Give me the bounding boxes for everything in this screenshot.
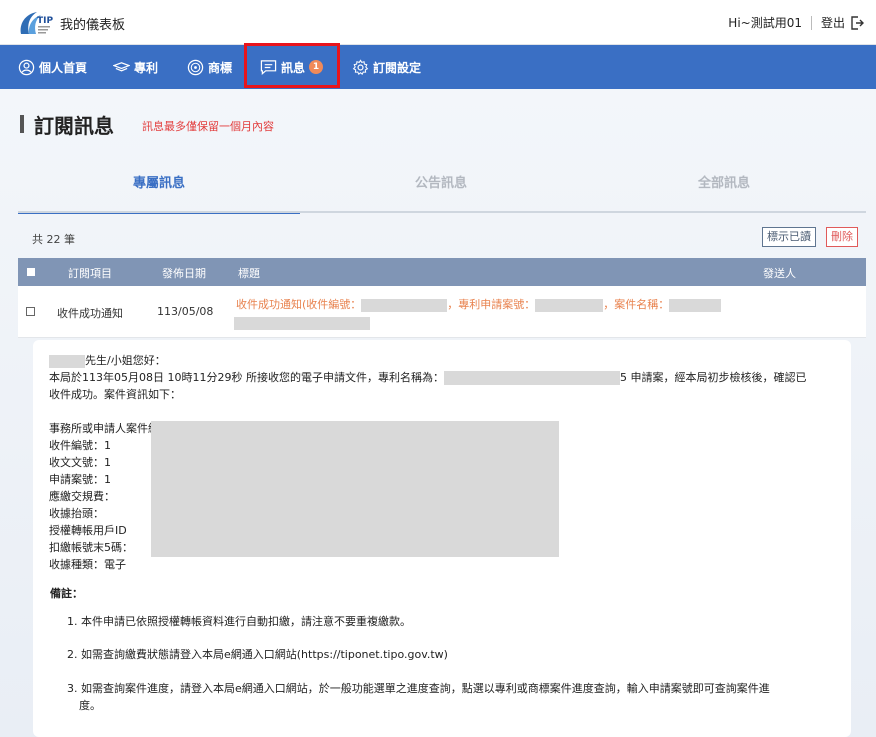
gear-icon <box>352 59 369 76</box>
redacted-block <box>669 299 721 312</box>
user-greeting: Hi~測試用01 <box>728 14 802 31</box>
retention-note: 訊息最多僅保留一個月內容 <box>142 118 274 134</box>
redacted-block <box>535 299 603 312</box>
nav-label: 商標 <box>208 59 232 76</box>
redacted-block <box>361 299 447 312</box>
body-text: 本局於113年05月08日 10時11分29秒 所接收您的電子申請文件，專利名稱… <box>49 371 444 384</box>
tab-underline <box>18 211 866 213</box>
redacted-block <box>234 317 370 330</box>
nav-item-subscription-settings[interactable]: 訂閱設定 <box>352 45 421 89</box>
body-line: 本局於113年05月08日 10時11分29秒 所接收您的電子申請文件，專利名稱… <box>49 369 806 386</box>
remark-line: 1. 本件申請已依照授權轉帳資料進行自動扣繳，請注意不要重複繳款。 <box>67 613 411 630</box>
nav-highlight-box <box>244 43 340 88</box>
row-date: 113/05/08 <box>157 305 213 318</box>
logout-link[interactable]: 登出 <box>821 14 845 31</box>
column-header: 發佈日期 <box>162 265 206 281</box>
field-line: 應繳交規費： <box>49 488 115 505</box>
delete-button[interactable]: 刪除 <box>826 227 858 247</box>
app-title: 我的儀表板 <box>60 14 125 33</box>
table-row[interactable]: 收件成功通知 113/05/08 收件成功通知(收件編號： ，專利申請案號： ，案件… <box>18 286 866 338</box>
remark-title: 備註： <box>50 585 83 602</box>
remark-line: 度。 <box>79 697 101 714</box>
body-text: 5 申請案，經本局初步檢核後，確認已 <box>620 371 807 384</box>
svg-text:TIPO: TIPO <box>37 16 53 26</box>
user-icon <box>18 59 35 76</box>
record-count: 共 22 筆 <box>32 231 75 247</box>
page-title: 訂閱訊息 <box>34 110 114 139</box>
trademark-icon <box>187 59 204 76</box>
tab-all[interactable]: 全部訊息 <box>582 160 866 214</box>
mark-read-button[interactable]: 標示已讀 <box>762 227 816 247</box>
nav-label: 專利 <box>134 59 158 76</box>
logout-icon[interactable] <box>850 16 864 30</box>
title-text: ，專利申請案號： <box>447 298 535 311</box>
main-nav: 個人首頁 專利 商標 訊息 1 訂閱設定 <box>0 45 876 89</box>
title-text: ，案件名稱： <box>603 298 669 311</box>
patent-icon <box>113 59 130 76</box>
salutation: 先生/小姐您好： <box>85 354 166 367</box>
tab-exclusive[interactable]: 專屬訊息 <box>18 160 300 214</box>
table-header: 訂閱項目 發佈日期 標題 發送人 <box>18 258 866 286</box>
nav-item-home[interactable]: 個人首頁 <box>18 45 87 89</box>
message-detail: 先生/小姐您好： 本局於113年05月08日 10時11分29秒 所接收您的電子… <box>33 340 851 737</box>
redacted-block <box>49 355 85 368</box>
salutation-line: 先生/小姐您好： <box>49 352 166 369</box>
redacted-block <box>444 371 620 385</box>
divider <box>811 16 812 30</box>
remark-line: 2. 如需查詢繳費狀態請登入本局e網通入口網站(https://tiponet.… <box>67 646 448 663</box>
row-checkbox[interactable] <box>26 307 35 316</box>
field-line: 收據抬頭： <box>49 505 104 522</box>
nav-item-trademark[interactable]: 商標 <box>187 45 232 89</box>
nav-label: 個人首頁 <box>39 59 87 76</box>
title-accent-bar <box>20 115 24 133</box>
field-line: 申請案號：1 <box>49 471 111 488</box>
message-tabs: 專屬訊息 公告訊息 全部訊息 <box>18 160 866 214</box>
title-text: 收件成功通知(收件編號： <box>236 298 361 311</box>
field-line: 扣繳帳號末5碼： <box>49 539 133 556</box>
tab-announcement[interactable]: 公告訊息 <box>300 160 582 214</box>
top-bar: TIPO 我的儀表板 Hi~測試用01 登出 <box>0 0 876 45</box>
column-header: 標題 <box>238 265 260 281</box>
row-item: 收件成功通知 <box>57 305 123 321</box>
user-area: Hi~測試用01 登出 <box>728 14 864 31</box>
tipo-logo-icon[interactable]: TIPO <box>17 8 53 38</box>
field-line: 授權轉帳用戶ID <box>49 522 127 539</box>
column-header: 訂閱項目 <box>68 265 112 281</box>
nav-item-patent[interactable]: 專利 <box>113 45 158 89</box>
row-title[interactable]: 收件成功通知(收件編號： ，專利申請案號： ，案件名稱： <box>236 296 721 332</box>
select-all-checkbox[interactable] <box>27 268 35 276</box>
field-line: 收件編號：1 <box>49 437 111 454</box>
column-header: 發送人 <box>763 265 796 281</box>
body-line: 收件成功。案件資訊如下： <box>49 386 181 403</box>
field-line: 收據種類：電子 <box>49 556 126 573</box>
nav-label: 訂閱設定 <box>373 59 421 76</box>
redacted-block <box>151 421 559 557</box>
remark-line: 3. 如需查詢案件進度，請登入本局e網通入口網站，於一般功能選單之進度查詢，點選… <box>67 680 770 697</box>
field-line: 收文文號：1 <box>49 454 111 471</box>
